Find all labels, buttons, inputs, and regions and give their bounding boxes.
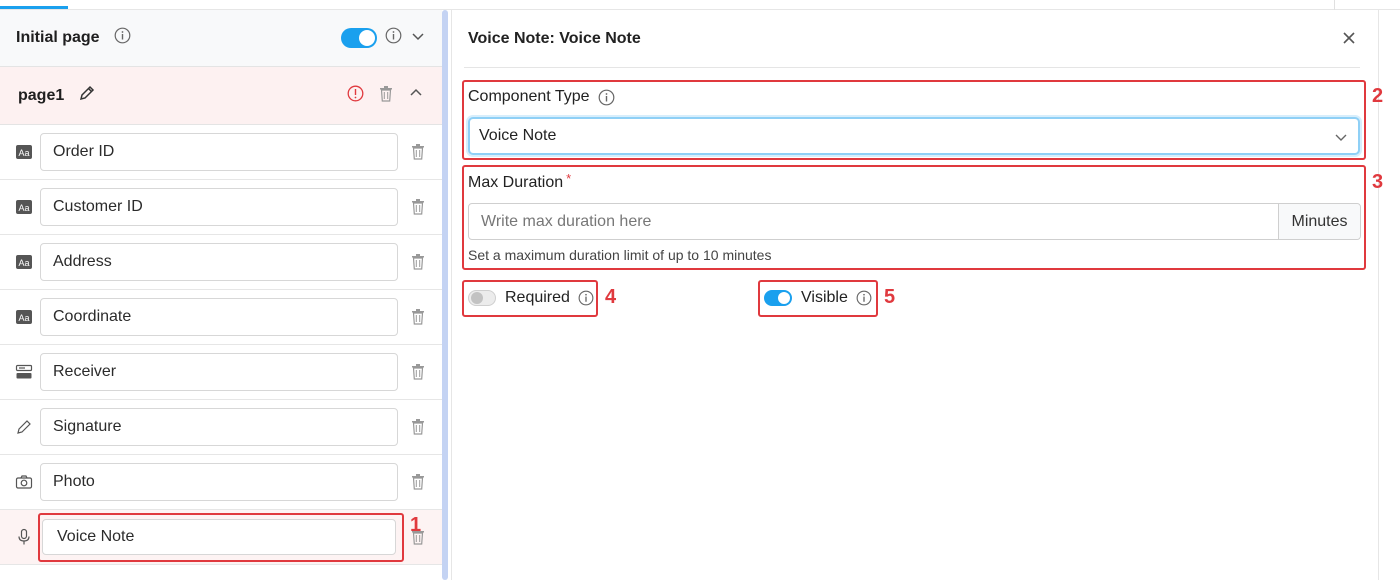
field-label-box[interactable]: Receiver xyxy=(40,353,398,391)
info-icon[interactable] xyxy=(385,27,402,49)
warning-icon xyxy=(347,85,364,107)
required-toggle[interactable] xyxy=(468,290,496,306)
panel-title: Voice Note: Voice Note xyxy=(468,30,641,47)
page-structure-panel: Initial page page1 Aa Order ID Aa Custom… xyxy=(0,10,442,580)
text-type-icon: Aa xyxy=(14,197,34,217)
microphone-icon xyxy=(14,527,34,547)
max-duration-input[interactable] xyxy=(469,204,1278,239)
visible-toggle[interactable] xyxy=(764,290,792,306)
trash-icon[interactable] xyxy=(378,85,394,107)
active-tab-indicator xyxy=(0,6,68,9)
required-asterisk: * xyxy=(566,170,572,186)
title-separator xyxy=(464,67,1360,68)
info-icon[interactable] xyxy=(114,27,131,49)
trash-icon[interactable] xyxy=(410,418,426,440)
initial-page-row[interactable]: Initial page xyxy=(0,10,442,67)
trash-icon[interactable] xyxy=(410,363,426,385)
field-label-box[interactable]: Customer ID xyxy=(40,188,398,226)
field-label-box[interactable]: Photo xyxy=(40,463,398,501)
top-tab-strip xyxy=(0,0,1400,10)
annotation-number-2: 2 xyxy=(1372,85,1384,107)
annotation-number-5: 5 xyxy=(884,286,896,308)
chevron-down-icon[interactable] xyxy=(410,28,426,49)
trash-icon[interactable] xyxy=(410,473,426,495)
svg-text:Aa: Aa xyxy=(18,203,29,213)
field-row-order-id[interactable]: Aa Order ID xyxy=(0,125,442,180)
svg-text:Aa: Aa xyxy=(18,258,29,268)
annotation-number-3: 3 xyxy=(1372,171,1384,193)
svg-text:Aa: Aa xyxy=(18,313,29,323)
component-settings-panel: Voice Note: Voice Note Component Type Vo… xyxy=(452,10,1370,580)
initial-page-title: Initial page xyxy=(16,29,100,46)
field-label-box[interactable]: Address xyxy=(40,243,398,281)
camera-icon xyxy=(14,472,34,492)
field-row-signature[interactable]: Signature xyxy=(0,400,442,455)
field-row-voice-note[interactable]: Voice Note xyxy=(0,510,442,565)
field-label-box[interactable]: Signature xyxy=(40,408,398,446)
field-row-coordinate[interactable]: Aa Coordinate xyxy=(0,290,442,345)
duration-unit-addon: Minutes xyxy=(1278,204,1360,239)
pencil-icon xyxy=(14,417,34,437)
component-type-label-row: Component Type xyxy=(468,88,615,106)
text-type-icon: Aa xyxy=(14,142,34,162)
close-icon[interactable] xyxy=(1342,30,1356,48)
field-row-photo[interactable]: Photo xyxy=(0,455,442,510)
initial-page-toggle[interactable] xyxy=(341,28,377,48)
trash-icon[interactable] xyxy=(410,143,426,165)
visible-toggle-group: Visible xyxy=(764,289,872,307)
field-label-box[interactable]: Voice Note xyxy=(42,519,396,555)
component-type-value: Voice Note xyxy=(479,127,557,144)
component-type-select[interactable]: Voice Note xyxy=(468,117,1360,155)
chevron-up-icon[interactable] xyxy=(408,85,424,106)
max-duration-hint: Set a maximum duration limit of up to 10… xyxy=(468,247,772,263)
page-title: page1 xyxy=(18,86,65,104)
annotation-number-1: 1 xyxy=(410,514,422,536)
panel-resize-handle[interactable] xyxy=(442,10,448,580)
field-row-receiver[interactable]: Receiver xyxy=(0,345,442,400)
field-label-box[interactable]: Order ID xyxy=(40,133,398,171)
trash-icon[interactable] xyxy=(410,253,426,275)
edit-pencil-icon[interactable] xyxy=(78,84,96,107)
info-icon[interactable] xyxy=(578,290,594,306)
required-label: Required xyxy=(505,289,570,306)
visible-label: Visible xyxy=(801,289,848,306)
field-label-box[interactable]: Coordinate xyxy=(40,298,398,336)
field-row-customer-id[interactable]: Aa Customer ID xyxy=(0,180,442,235)
info-icon[interactable] xyxy=(856,290,872,306)
field-row-address[interactable]: Aa Address xyxy=(0,235,442,290)
top-separator xyxy=(1334,0,1335,10)
trash-icon[interactable] xyxy=(410,308,426,330)
component-type-label: Component Type xyxy=(468,88,590,105)
max-duration-label-row: Max Duration * xyxy=(468,170,572,192)
info-icon[interactable] xyxy=(598,89,615,106)
chevron-down-icon xyxy=(1334,130,1348,149)
max-duration-input-group: Minutes xyxy=(468,203,1361,240)
annotation-number-4: 4 xyxy=(605,286,617,308)
required-toggle-group: Required xyxy=(468,289,594,307)
text-type-icon: Aa xyxy=(14,307,34,327)
form-field-icon xyxy=(14,362,34,382)
page-row-page1[interactable]: page1 xyxy=(0,67,442,125)
max-duration-label: Max Duration xyxy=(468,174,564,191)
trash-icon[interactable] xyxy=(410,198,426,220)
text-type-icon: Aa xyxy=(14,252,34,272)
svg-text:Aa: Aa xyxy=(18,148,29,158)
